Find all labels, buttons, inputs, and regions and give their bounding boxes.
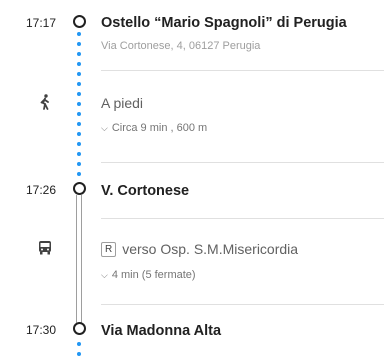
divider <box>101 70 384 71</box>
stop-3-marker <box>73 322 86 335</box>
walk-details-toggle[interactable]: ⌵ Circa 9 min , 600 m <box>101 122 207 134</box>
walk-label: A piedi <box>101 95 144 111</box>
bus-direction: verso Osp. S.M.Misericordia <box>122 241 299 257</box>
divider <box>101 162 384 163</box>
stop-1-address: Via Cortonese, 4, 06127 Perugia <box>101 40 261 52</box>
bus-route-line <box>76 195 82 330</box>
stop-3-name[interactable]: Via Madonna Alta <box>101 323 221 339</box>
bus-details-toggle[interactable]: ⌵ 4 min (5 fermate) <box>101 269 196 281</box>
route-badge: R <box>101 242 117 257</box>
bus-line-info: Rverso Osp. S.M.Misericordia <box>101 241 298 257</box>
stop-2-marker <box>73 182 86 195</box>
stop-1-time: 17:17 <box>25 16 56 30</box>
stop-3-time: 17:30 <box>25 323 56 337</box>
stop-1-name[interactable]: Ostello “Mario Spagnoli” di Perugia <box>101 15 347 31</box>
stop-2-time: 17:26 <box>25 183 56 197</box>
stop-1-marker <box>73 15 86 28</box>
chevron-down-icon: ⌵ <box>101 122 108 133</box>
bus-details: 4 min (5 fermate) <box>111 269 196 281</box>
divider <box>101 304 384 305</box>
bus-icon <box>38 240 52 256</box>
divider <box>101 218 384 219</box>
walk-icon <box>38 94 52 110</box>
stop-2-name[interactable]: V. Cortonese <box>101 183 189 199</box>
walk-details: Circa 9 min , 600 m <box>111 122 208 134</box>
chevron-down-icon: ⌵ <box>101 269 108 280</box>
